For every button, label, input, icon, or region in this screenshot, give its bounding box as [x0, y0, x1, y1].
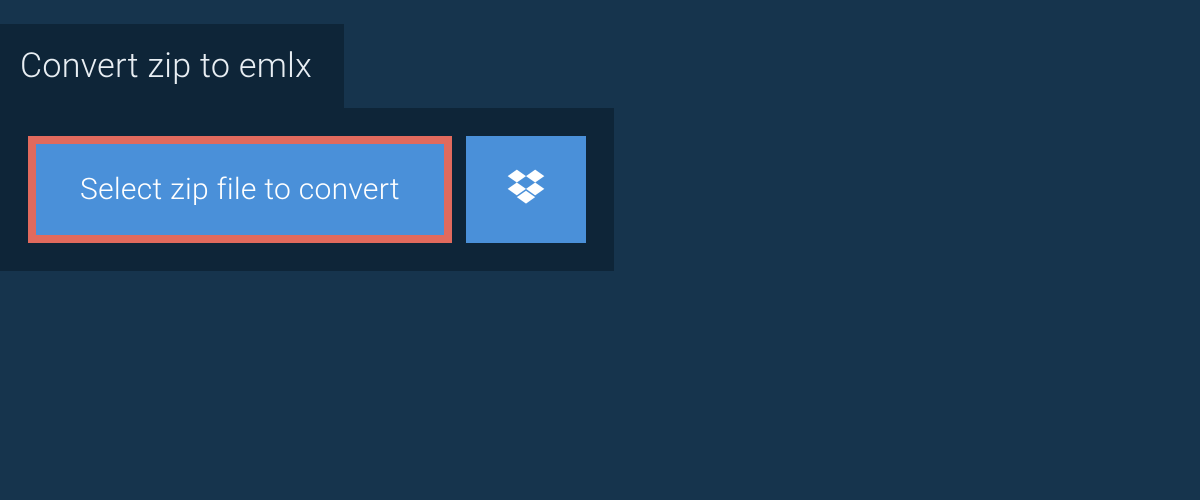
select-file-label: Select zip file to convert — [80, 172, 400, 207]
select-file-button[interactable]: Select zip file to convert — [28, 136, 452, 243]
dropbox-icon — [504, 166, 548, 213]
content-panel: Select zip file to convert — [0, 108, 614, 271]
tab-header: Convert zip to emlx — [0, 24, 344, 108]
dropbox-button[interactable] — [466, 136, 586, 243]
page-title: Convert zip to emlx — [20, 46, 312, 86]
